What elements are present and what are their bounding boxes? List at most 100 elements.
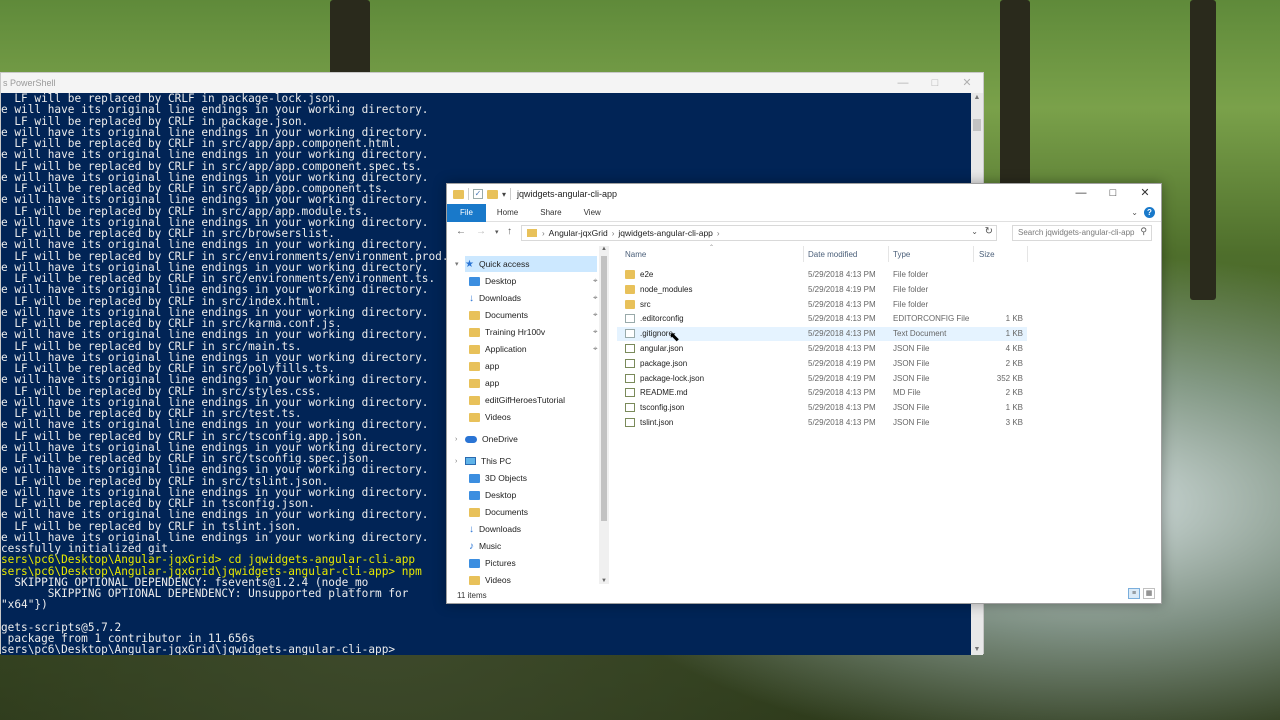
sidebar-item-downloads[interactable]: ↓ Downloads ⌖ <box>469 290 598 306</box>
file-type: JSON File <box>893 418 930 427</box>
maximize-button[interactable]: □ <box>919 73 951 93</box>
properties-icon[interactable]: ✓ <box>473 189 483 199</box>
tab-share[interactable]: Share <box>529 204 572 222</box>
json-file-icon <box>625 344 635 353</box>
sidebar-item-app[interactable]: app <box>469 358 597 374</box>
sidebar-item-documents[interactable]: Documents <box>469 504 597 520</box>
sidebar-item-this-pc[interactable]: › This PC <box>455 453 597 469</box>
sidebar-item-onedrive[interactable]: › OneDrive <box>455 431 597 447</box>
scrollbar-thumb[interactable] <box>973 119 981 131</box>
breadcrumb-item[interactable]: jqwidgets-angular-cli-app <box>618 227 713 240</box>
file-row[interactable]: README.md 5/29/2018 4:13 PM MD File 2 KB <box>617 386 1027 400</box>
file-name: tslint.json <box>640 418 674 427</box>
sidebar-item-quick-access[interactable]: ▾ ★ Quick access <box>455 256 597 272</box>
folder-icon <box>469 395 480 405</box>
pin-icon[interactable]: ⌖ <box>593 276 598 286</box>
pin-icon[interactable]: ⌖ <box>593 344 598 354</box>
help-icon[interactable]: ? <box>1144 207 1155 218</box>
sidebar-item-music[interactable]: ♪ Music <box>469 538 597 554</box>
details-view-icon[interactable]: ≡ <box>1128 588 1140 599</box>
scroll-up-icon[interactable]: ▲ <box>971 93 983 103</box>
file-list-header: ⌃ Name Date modified Type Size <box>617 245 1157 262</box>
column-divider[interactable] <box>888 246 889 262</box>
column-header-type[interactable]: Type <box>893 250 910 259</box>
file-row[interactable]: node_modules 5/29/2018 4:19 PM File folder <box>617 283 1027 297</box>
file-icon <box>625 329 635 339</box>
recent-locations-icon[interactable]: ▾ <box>495 228 499 236</box>
sidebar-item-editgifheroestutorial[interactable]: editGifHeroesTutorial <box>469 392 597 408</box>
folder-icon <box>469 361 480 371</box>
sidebar-item-downloads[interactable]: ↓ Downloads <box>469 521 597 537</box>
sidebar-item-3d-objects[interactable]: 3D Objects <box>469 470 597 486</box>
file-row[interactable]: src 5/29/2018 4:13 PM File folder <box>617 298 1027 312</box>
close-button[interactable]: ✕ <box>1129 184 1161 204</box>
file-row[interactable]: tsconfig.json 5/29/2018 4:13 PM JSON File 1… <box>617 401 1027 415</box>
search-input[interactable]: Search jqwidgets-angular-cli-app ⚲ <box>1012 225 1152 241</box>
sidebar-item-desktop[interactable]: Desktop ⌖ <box>469 273 598 289</box>
scroll-down-icon[interactable]: ▼ <box>599 578 609 584</box>
powershell-titlebar[interactable]: s PowerShell — □ ✕ <box>1 73 983 93</box>
sidebar-item-videos[interactable]: Videos <box>469 572 597 586</box>
sidebar-item-desktop[interactable]: Desktop <box>469 487 597 503</box>
minimize-button[interactable]: — <box>887 73 919 93</box>
sidebar-item-pictures[interactable]: Pictures <box>469 555 597 571</box>
file-row[interactable]: package.json 5/29/2018 4:19 PM JSON File 2 … <box>617 357 1027 371</box>
sidebar-item-application[interactable]: Application ⌖ <box>469 341 598 357</box>
toolbar-divider <box>468 188 469 200</box>
expand-chevron-icon[interactable]: › <box>455 458 457 465</box>
forward-arrow-icon[interactable]: → <box>476 226 486 237</box>
file-row[interactable]: tslint.json 5/29/2018 4:13 PM JSON File 3 K… <box>617 416 1027 430</box>
maximize-button[interactable]: □ <box>1097 184 1129 204</box>
sidebar-item-app[interactable]: app <box>469 375 597 391</box>
breadcrumb-item[interactable]: Angular-jqxGrid <box>549 227 608 240</box>
close-button[interactable]: ✕ <box>951 73 983 93</box>
column-divider[interactable] <box>803 246 804 262</box>
sort-ascending-icon: ⌃ <box>709 245 715 251</box>
sidebar-item-label: Training Hr100v <box>485 327 546 337</box>
view-switcher: ≡ ▦ <box>1128 588 1155 599</box>
refresh-icon[interactable]: ↻ <box>985 226 993 237</box>
breadcrumb-chevron-icon[interactable]: › <box>612 227 615 240</box>
address-history-icon[interactable]: ⌄ <box>971 227 978 236</box>
file-row[interactable]: package-lock.json 5/29/2018 4:19 PM JSON F… <box>617 372 1027 386</box>
sidebar-item-documents[interactable]: Documents ⌖ <box>469 307 598 323</box>
explorer-titlebar[interactable]: ✓ ▾ jqwidgets-angular-cli-app — □ ✕ <box>447 184 1161 204</box>
file-type: File folder <box>893 284 929 294</box>
new-folder-icon[interactable] <box>487 189 498 199</box>
file-row[interactable]: e2e 5/29/2018 4:13 PM File folder <box>617 268 1027 282</box>
pin-icon[interactable]: ⌖ <box>593 293 598 303</box>
column-divider[interactable] <box>1027 246 1028 262</box>
navigation-scrollbar[interactable]: ▲ ▼ <box>599 246 609 584</box>
file-type: EDITORCONFIG File <box>893 314 970 324</box>
expand-ribbon-icon[interactable]: ⌄ <box>1131 208 1138 217</box>
file-date: 5/29/2018 4:13 PM <box>808 270 876 279</box>
pin-icon[interactable]: ⌖ <box>593 327 598 337</box>
pin-icon[interactable]: ⌖ <box>593 310 598 320</box>
customize-toolbar-icon[interactable]: ▾ <box>502 190 506 199</box>
column-header-date[interactable]: Date modified <box>808 250 857 259</box>
address-bar[interactable]: › Angular-jqxGrid › jqwidgets-angular-cl… <box>521 225 997 241</box>
sidebar-item-training-hr100v[interactable]: Training Hr100v ⌖ <box>469 324 598 340</box>
scroll-up-icon[interactable]: ▲ <box>599 246 609 252</box>
breadcrumb-chevron-icon[interactable]: › <box>542 227 545 240</box>
tab-file[interactable]: File <box>447 203 486 222</box>
file-name: README.md <box>640 388 688 398</box>
up-arrow-icon[interactable]: ↑ <box>507 226 512 237</box>
file-explorer-window[interactable]: ✓ ▾ jqwidgets-angular-cli-app — □ ✕ File… <box>446 183 1162 604</box>
expand-chevron-icon[interactable]: › <box>455 436 457 443</box>
minimize-button[interactable]: — <box>1065 184 1097 204</box>
large-icons-view-icon[interactable]: ▦ <box>1143 588 1155 599</box>
tab-home[interactable]: Home <box>486 204 529 222</box>
file-row[interactable]: .editorconfig 5/29/2018 4:13 PM EDITORCONF… <box>617 312 1027 326</box>
expand-chevron-icon[interactable]: ▾ <box>455 260 459 268</box>
scroll-down-icon[interactable]: ▼ <box>971 645 983 655</box>
breadcrumb-chevron-icon[interactable]: › <box>717 227 720 240</box>
column-header-name[interactable]: Name <box>625 250 646 259</box>
back-arrow-icon[interactable]: ← <box>456 226 466 237</box>
sidebar-item-videos[interactable]: Videos <box>469 409 597 425</box>
star-icon: ★ <box>465 258 474 270</box>
column-divider[interactable] <box>973 246 974 262</box>
tab-view[interactable]: View <box>573 204 612 222</box>
scrollbar-thumb[interactable] <box>601 256 607 521</box>
column-header-size[interactable]: Size <box>979 250 995 259</box>
